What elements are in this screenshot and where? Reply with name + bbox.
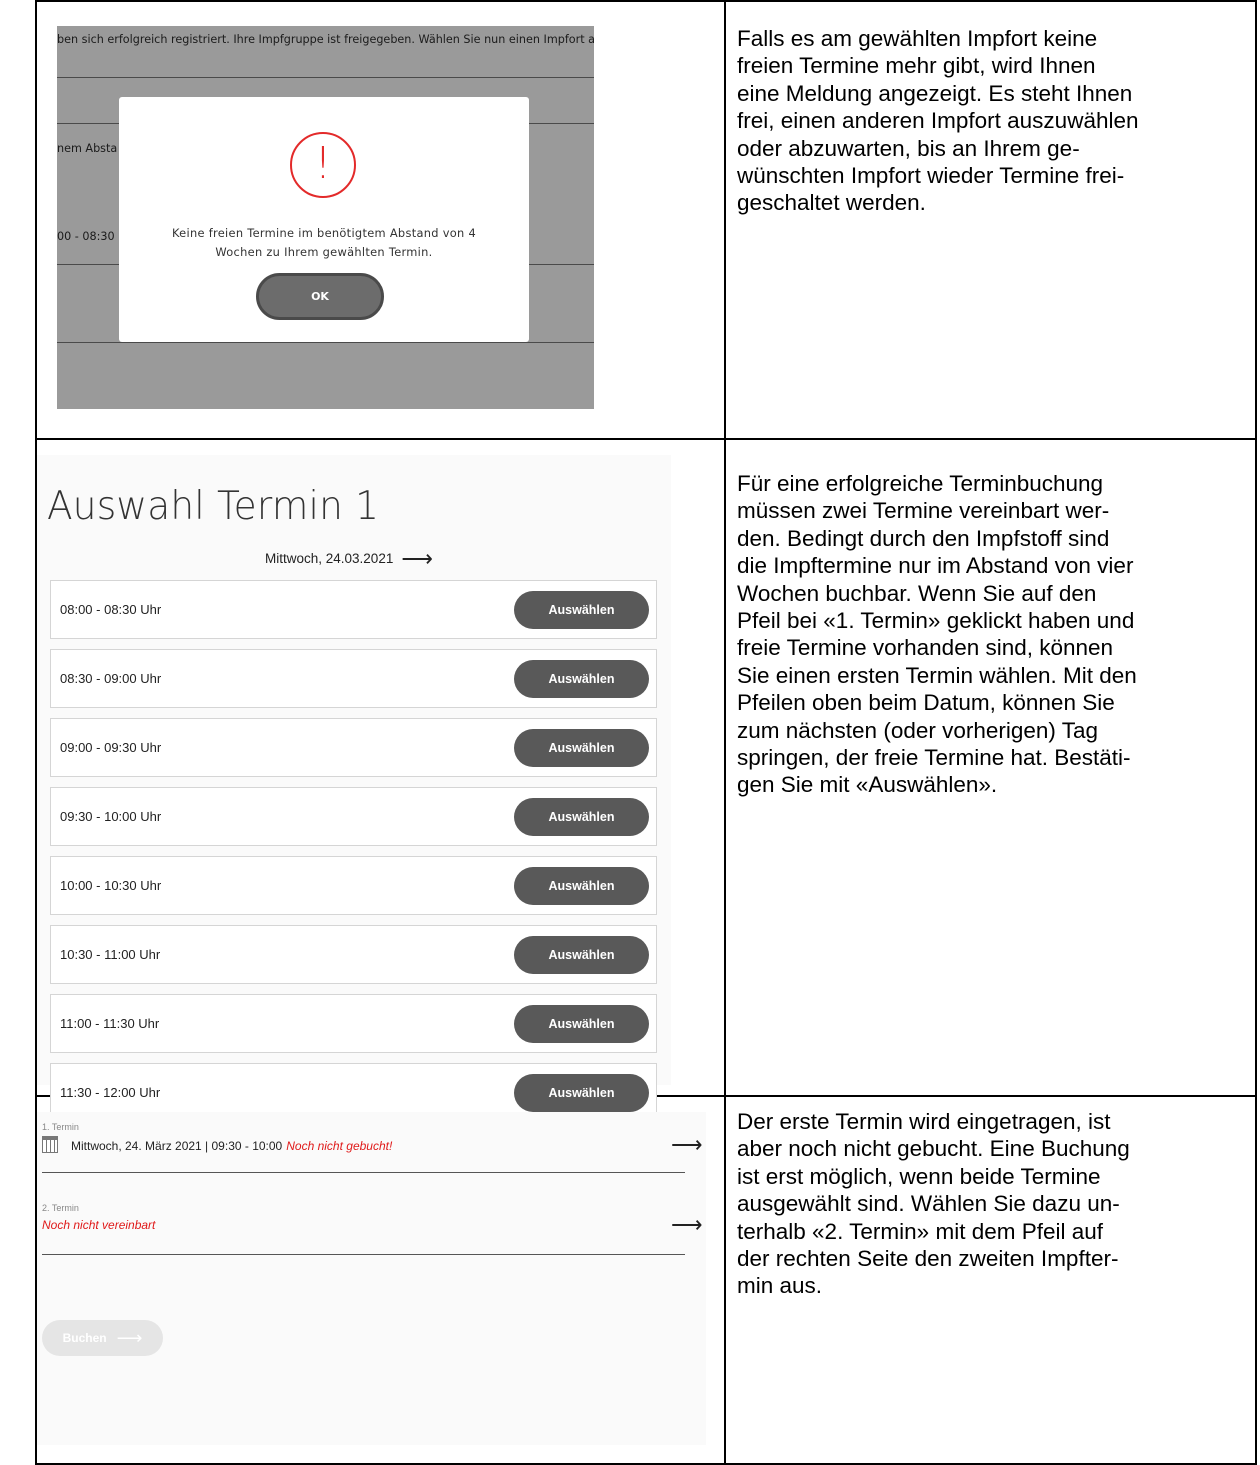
time-slot-label: 08:00 - 08:30 Uhr bbox=[60, 602, 162, 617]
current-date: Mittwoch, 24.03.2021 bbox=[265, 551, 394, 566]
select-slot-button[interactable]: Auswählen bbox=[514, 729, 649, 767]
time-slot-row: 10:30 - 11:00 Uhr Auswählen bbox=[50, 925, 657, 984]
time-slot-label: 10:00 - 10:30 Uhr bbox=[60, 878, 162, 893]
date-navigator: Mittwoch, 24.03.2021 ⟶ bbox=[265, 547, 433, 569]
book-button-label: Buchen bbox=[62, 1331, 107, 1345]
slot-selection-screenshot: Auswahl Termin 1 Mittwoch, 24.03.2021 ⟶ … bbox=[37, 455, 671, 1122]
time-slot-row: 09:30 - 10:00 Uhr Auswählen bbox=[50, 787, 657, 846]
alert-modal: ! Keine freien Termine im benötigtem Abs… bbox=[119, 97, 529, 342]
no-slots-modal-screenshot: ben sich erfolgreich registriert. Ihre I… bbox=[57, 26, 594, 409]
row-divider-1 bbox=[37, 438, 1255, 440]
ok-button[interactable]: OK bbox=[256, 273, 384, 320]
background-registration-text: ben sich erfolgreich registriert. Ihre I… bbox=[57, 33, 594, 46]
select-slot-button[interactable]: Auswählen bbox=[514, 798, 649, 836]
time-slot-label: 08:30 - 09:00 Uhr bbox=[60, 671, 162, 686]
term1-arrow-icon[interactable]: ⟶ bbox=[671, 1132, 703, 1158]
time-slot-row: 08:30 - 09:00 Uhr Auswählen bbox=[50, 649, 657, 708]
term2-arrow-icon[interactable]: ⟶ bbox=[671, 1212, 703, 1238]
select-slot-button[interactable]: Auswählen bbox=[514, 867, 649, 905]
instruction-table: ben sich erfolgreich registriert. Ihre I… bbox=[35, 0, 1257, 1465]
select-slot-button[interactable]: Auswählen bbox=[514, 591, 649, 629]
select-slot-button[interactable]: Auswählen bbox=[514, 1005, 649, 1043]
calendar-icon bbox=[42, 1136, 58, 1153]
background-distance-text: nem Absta bbox=[57, 142, 118, 155]
background-divider bbox=[57, 342, 594, 343]
alert-message: Keine freien Termine im benötigtem Absta… bbox=[171, 226, 477, 259]
time-slot-label: 11:30 - 12:00 Uhr bbox=[60, 1085, 161, 1100]
term1-status: Noch nicht gebucht! bbox=[286, 1138, 393, 1153]
book-arrow-icon: ⟶ bbox=[116, 1327, 143, 1348]
select-slot-button[interactable]: Auswählen bbox=[514, 1074, 649, 1112]
time-slot-row: 10:00 - 10:30 Uhr Auswählen bbox=[50, 856, 657, 915]
term2-label: 2. Termin bbox=[42, 1203, 79, 1213]
time-slot-label: 10:30 - 11:00 Uhr bbox=[60, 947, 161, 962]
time-slot-row: 09:00 - 09:30 Uhr Auswählen bbox=[50, 718, 657, 777]
explanation-text-3: Der erste Termin wird eingetragen, ist a… bbox=[737, 1109, 1130, 1299]
term1-label: 1. Termin bbox=[42, 1122, 79, 1132]
background-divider bbox=[57, 77, 594, 78]
time-slot-row: 11:00 - 11:30 Uhr Auswählen bbox=[50, 994, 657, 1053]
page-title: Auswahl Termin 1 bbox=[47, 484, 380, 529]
time-slot-label: 09:30 - 10:00 Uhr bbox=[60, 809, 162, 824]
booking-summary-screenshot: 1. Termin Mittwoch, 24. März 2021 | 09:3… bbox=[37, 1112, 706, 1445]
term2-value: Noch nicht vereinbart bbox=[42, 1218, 156, 1232]
next-day-arrow-icon[interactable]: ⟶ bbox=[401, 547, 433, 569]
term1-row: Mittwoch, 24. März 2021 | 09:30 - 10:00 … bbox=[42, 1136, 393, 1153]
exclamation-circle-icon: ! bbox=[290, 132, 356, 198]
explanation-text-2: Für eine erfolgreiche Terminbuchung müss… bbox=[737, 471, 1137, 798]
book-button[interactable]: Buchen ⟶ bbox=[42, 1320, 163, 1356]
summary-divider bbox=[42, 1172, 685, 1173]
summary-divider bbox=[42, 1254, 685, 1255]
time-slot-label: 09:00 - 09:30 Uhr bbox=[60, 740, 162, 755]
background-time-text: 00 - 08:30 bbox=[57, 230, 115, 243]
time-slot-row: 08:00 - 08:30 Uhr Auswählen bbox=[50, 580, 657, 639]
column-divider bbox=[724, 2, 726, 1463]
term1-value: Mittwoch, 24. März 2021 | 09:30 - 10:00 bbox=[71, 1138, 283, 1153]
time-slot-label: 11:00 - 11:30 Uhr bbox=[60, 1016, 160, 1031]
select-slot-button[interactable]: Auswählen bbox=[514, 660, 649, 698]
select-slot-button[interactable]: Auswählen bbox=[514, 936, 649, 974]
explanation-text-1: Falls es am gewählten Impfort keine frei… bbox=[737, 26, 1139, 216]
